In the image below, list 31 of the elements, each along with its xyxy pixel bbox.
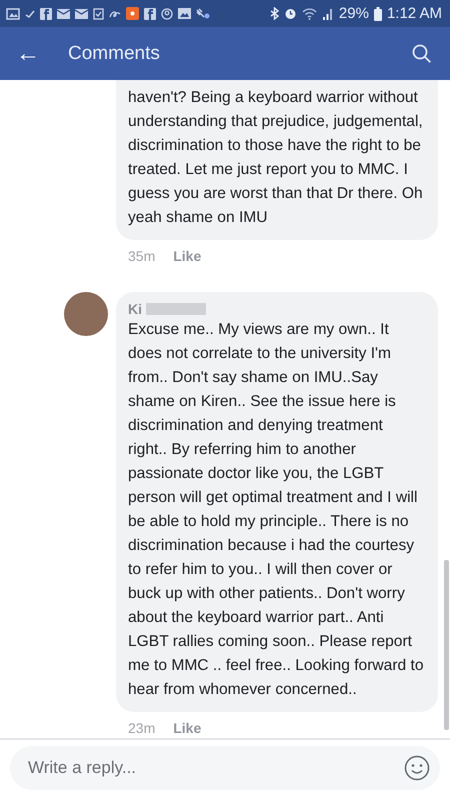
alarm-icon bbox=[284, 7, 297, 20]
bluetooth-icon bbox=[270, 7, 279, 20]
app-icon bbox=[40, 8, 52, 20]
wifi-icon bbox=[302, 8, 317, 20]
search-icon[interactable] bbox=[412, 44, 432, 64]
comment-text: haven't? Being a keyboard warrior without understanding that prejudice, judgemental, discrimination to those have the right to be treated. Let me just report you to MMC. I guess you are worst than that Dr there. Oh yeah shame on IMU bbox=[128, 88, 424, 228]
like-link[interactable]: Like bbox=[173, 720, 202, 736]
checklist-icon bbox=[93, 8, 104, 20]
app-icon bbox=[126, 7, 139, 20]
check-icon bbox=[25, 8, 35, 18]
battery-percent: 29% bbox=[338, 5, 369, 22]
avatar[interactable] bbox=[64, 292, 108, 336]
battery-icon bbox=[374, 6, 382, 20]
comment-time: 35m bbox=[128, 248, 156, 264]
app-icon bbox=[144, 8, 156, 20]
mail-icon bbox=[75, 8, 88, 18]
smiley-icon[interactable] bbox=[404, 755, 430, 781]
page-title: Comments bbox=[68, 42, 161, 64]
comment-time: 23m bbox=[128, 720, 156, 736]
like-link[interactable]: Like bbox=[173, 248, 202, 264]
back-button[interactable]: ← bbox=[16, 42, 40, 66]
author-name[interactable]: Ki bbox=[128, 301, 142, 317]
redacted-name bbox=[146, 303, 206, 315]
signal-icon bbox=[322, 8, 334, 20]
mail-icon bbox=[57, 8, 70, 18]
clock: 1:12 AM bbox=[386, 5, 442, 22]
gallery-icon bbox=[6, 8, 20, 20]
reply-field[interactable]: Write a reply... bbox=[10, 746, 440, 790]
gallery-icon bbox=[178, 8, 191, 19]
swirl-icon bbox=[109, 8, 121, 18]
comment-text: Excuse me.. My views are my own.. It does not correlate to the university I'm from.. Don't say shame on IMU..Say shame on Kiren.. See the issue here is discrimination and denying treatment right.. By referring him to another passionate doctor like you, the LGBT person will get optimal treatment and I will be able to hold my principle.. There is no discrimination because i had the courtesy to refer him to you.. I will then cover or buck up with other patients.. Don't worry about the keyboard warrior part.. Anti LGBT rallies coming soon.. Please report me to MMC .. feel free.. Looking forward to hear from whomever concerned.. bbox=[128, 320, 425, 700]
